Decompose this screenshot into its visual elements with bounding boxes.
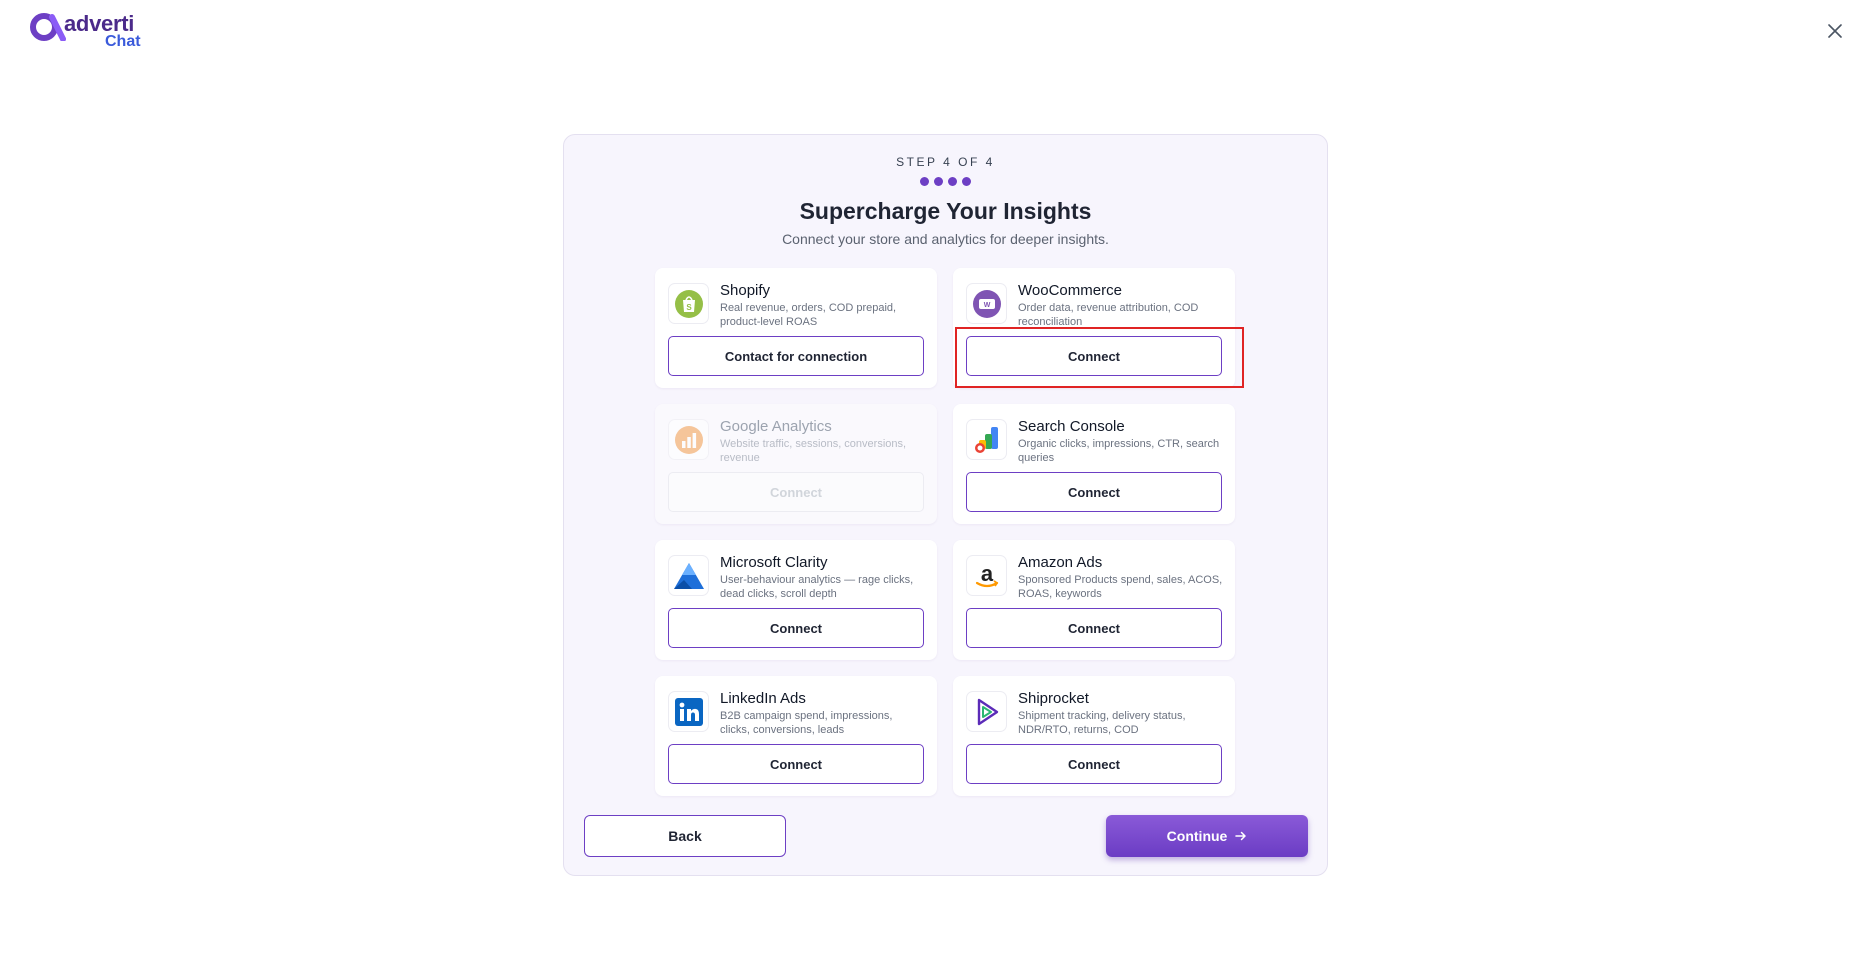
onboarding-panel: STEP 4 OF 4 Supercharge Your Insights Co… <box>563 134 1328 876</box>
step-dot <box>948 177 957 186</box>
step-dots <box>564 177 1327 186</box>
integration-card-search-console: Search Console Organic clicks, impressio… <box>953 404 1235 524</box>
google-analytics-icon <box>668 419 709 460</box>
integration-name: Amazon Ads <box>1018 554 1103 571</box>
step-indicator: STEP 4 OF 4 <box>896 155 995 169</box>
integrations-grid: S Shopify Real revenue, orders, COD prep… <box>655 268 1238 796</box>
logo-subtext: Chat <box>105 33 141 50</box>
continue-label: Continue <box>1166 828 1228 844</box>
connect-microsoft-clarity-button[interactable]: Connect <box>668 608 924 648</box>
connect-search-console-button[interactable]: Connect <box>966 472 1222 512</box>
integration-card-shiprocket: Shiprocket Shipment tracking, delivery s… <box>953 676 1235 796</box>
integration-name: WooCommerce <box>1018 282 1122 299</box>
step-dot <box>934 177 943 186</box>
integration-description: User-behaviour analytics — rage clicks, … <box>720 574 914 600</box>
svg-text:a: a <box>980 561 993 586</box>
integration-card-amazon-ads: a Amazon Ads Sponsored Products spend, s… <box>953 540 1235 660</box>
integration-name: Google Analytics <box>720 418 832 435</box>
connect-woocommerce-button[interactable]: Connect <box>966 336 1222 376</box>
svg-text:W: W <box>983 302 990 309</box>
woocommerce-icon: W <box>966 283 1007 324</box>
integration-description: Organic clicks, impressions, CTR, search… <box>1018 438 1220 464</box>
integration-card-linkedin-ads: LinkedIn Ads B2B campaign spend, impress… <box>655 676 937 796</box>
close-button[interactable] <box>1822 18 1848 44</box>
svg-text:S: S <box>686 303 692 312</box>
arrow-right-icon <box>1235 831 1247 841</box>
integration-name: Shiprocket <box>1018 690 1089 707</box>
app-logo: adverti Chat <box>30 11 145 51</box>
integration-name: LinkedIn Ads <box>720 690 806 707</box>
integration-card-shopify: S Shopify Real revenue, orders, COD prep… <box>655 268 937 388</box>
integration-description: Shipment tracking, delivery status, NDR/… <box>1018 710 1186 736</box>
integration-name: Search Console <box>1018 418 1125 435</box>
microsoft-clarity-icon <box>668 555 709 596</box>
contact-for-connection-button[interactable]: Contact for connection <box>668 336 924 376</box>
shopify-icon: S <box>668 283 709 324</box>
close-icon <box>1828 24 1842 38</box>
integration-description: Order data, revenue attribution, COD rec… <box>1018 302 1199 328</box>
connect-linkedin-ads-button[interactable]: Connect <box>668 744 924 784</box>
page-title: Supercharge Your Insights <box>799 198 1092 224</box>
integration-name: Shopify <box>720 282 771 299</box>
page-subtitle: Connect your store and analytics for dee… <box>782 231 1109 247</box>
step-dot <box>962 177 971 186</box>
continue-button[interactable]: Continue <box>1106 815 1308 857</box>
shiprocket-icon <box>966 691 1007 732</box>
integration-description: Real revenue, orders, COD prepaid, produ… <box>720 302 897 328</box>
integration-name: Microsoft Clarity <box>720 554 828 571</box>
connect-shiprocket-button[interactable]: Connect <box>966 744 1222 784</box>
logo-mark-icon <box>30 13 66 41</box>
search-console-icon <box>966 419 1007 460</box>
connect-amazon-ads-button[interactable]: Connect <box>966 608 1222 648</box>
integration-description: Sponsored Products spend, sales, ACOS, R… <box>1018 574 1223 600</box>
back-button[interactable]: Back <box>584 815 786 857</box>
integration-card-woocommerce: W WooCommerce Order data, revenue attrib… <box>953 268 1235 388</box>
integration-card-microsoft-clarity: Microsoft Clarity User-behaviour analyti… <box>655 540 937 660</box>
step-dot <box>920 177 929 186</box>
linkedin-icon <box>668 691 709 732</box>
integration-description: B2B campaign spend, impressions, clicks,… <box>720 710 893 736</box>
integration-description: Website traffic, sessions, conversions, … <box>720 438 907 464</box>
connect-google-analytics-button: Connect <box>668 472 924 512</box>
integration-card-google-analytics: Google Analytics Website traffic, sessio… <box>655 404 937 524</box>
amazon-icon: a <box>966 555 1007 596</box>
